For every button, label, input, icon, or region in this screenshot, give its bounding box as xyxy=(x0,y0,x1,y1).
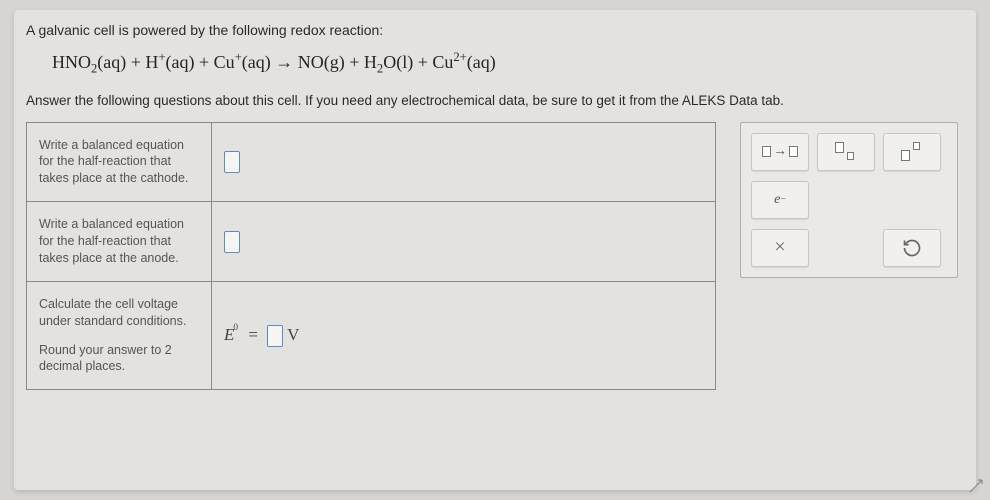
cathode-prompt: Write a balanced equation for the half-r… xyxy=(27,122,212,202)
redox-equation: HNO2(aq) + H+(aq) + Cu+(aq) → NO(g) + H2… xyxy=(26,48,964,89)
superscript-button[interactable] xyxy=(883,133,941,171)
arrow-symbol-button[interactable]: → xyxy=(751,133,809,171)
equals-sign: = xyxy=(248,325,258,344)
resize-corner-icon xyxy=(968,478,984,494)
anode-answer-cell xyxy=(212,202,716,282)
answer-table: Write a balanced equation for the half-r… xyxy=(26,122,716,391)
table-row: Write a balanced equation for the half-r… xyxy=(27,122,716,202)
close-button[interactable]: × xyxy=(751,229,809,267)
instructions-text: Answer the following questions about thi… xyxy=(26,89,964,122)
voltage-answer-cell: E0 = V xyxy=(212,281,716,390)
symbol-palette: → e− xyxy=(740,122,958,278)
volt-unit: V xyxy=(287,325,299,344)
electron-symbol-button[interactable]: e− xyxy=(751,181,809,219)
reset-icon xyxy=(902,238,922,258)
anode-input[interactable] xyxy=(224,231,240,253)
anode-prompt: Write a balanced equation for the half-r… xyxy=(27,202,212,282)
table-row: Write a balanced equation for the half-r… xyxy=(27,202,716,282)
cathode-input[interactable] xyxy=(224,151,240,173)
voltage-prompt-b: Round your answer to 2 decimal places. xyxy=(39,342,199,376)
table-row: Calculate the cell voltage under standar… xyxy=(27,281,716,390)
voltage-input[interactable] xyxy=(267,325,283,347)
question-title: A galvanic cell is powered by the follow… xyxy=(26,18,964,48)
close-icon: × xyxy=(774,236,785,259)
cathode-answer-cell xyxy=(212,122,716,202)
fraction-subscript-button[interactable] xyxy=(817,133,875,171)
voltage-prompt: Calculate the cell voltage under standar… xyxy=(27,281,212,390)
voltage-prompt-a: Calculate the cell voltage under standar… xyxy=(39,296,199,330)
reset-button[interactable] xyxy=(883,229,941,267)
e-superscript-zero: 0 xyxy=(233,323,238,333)
